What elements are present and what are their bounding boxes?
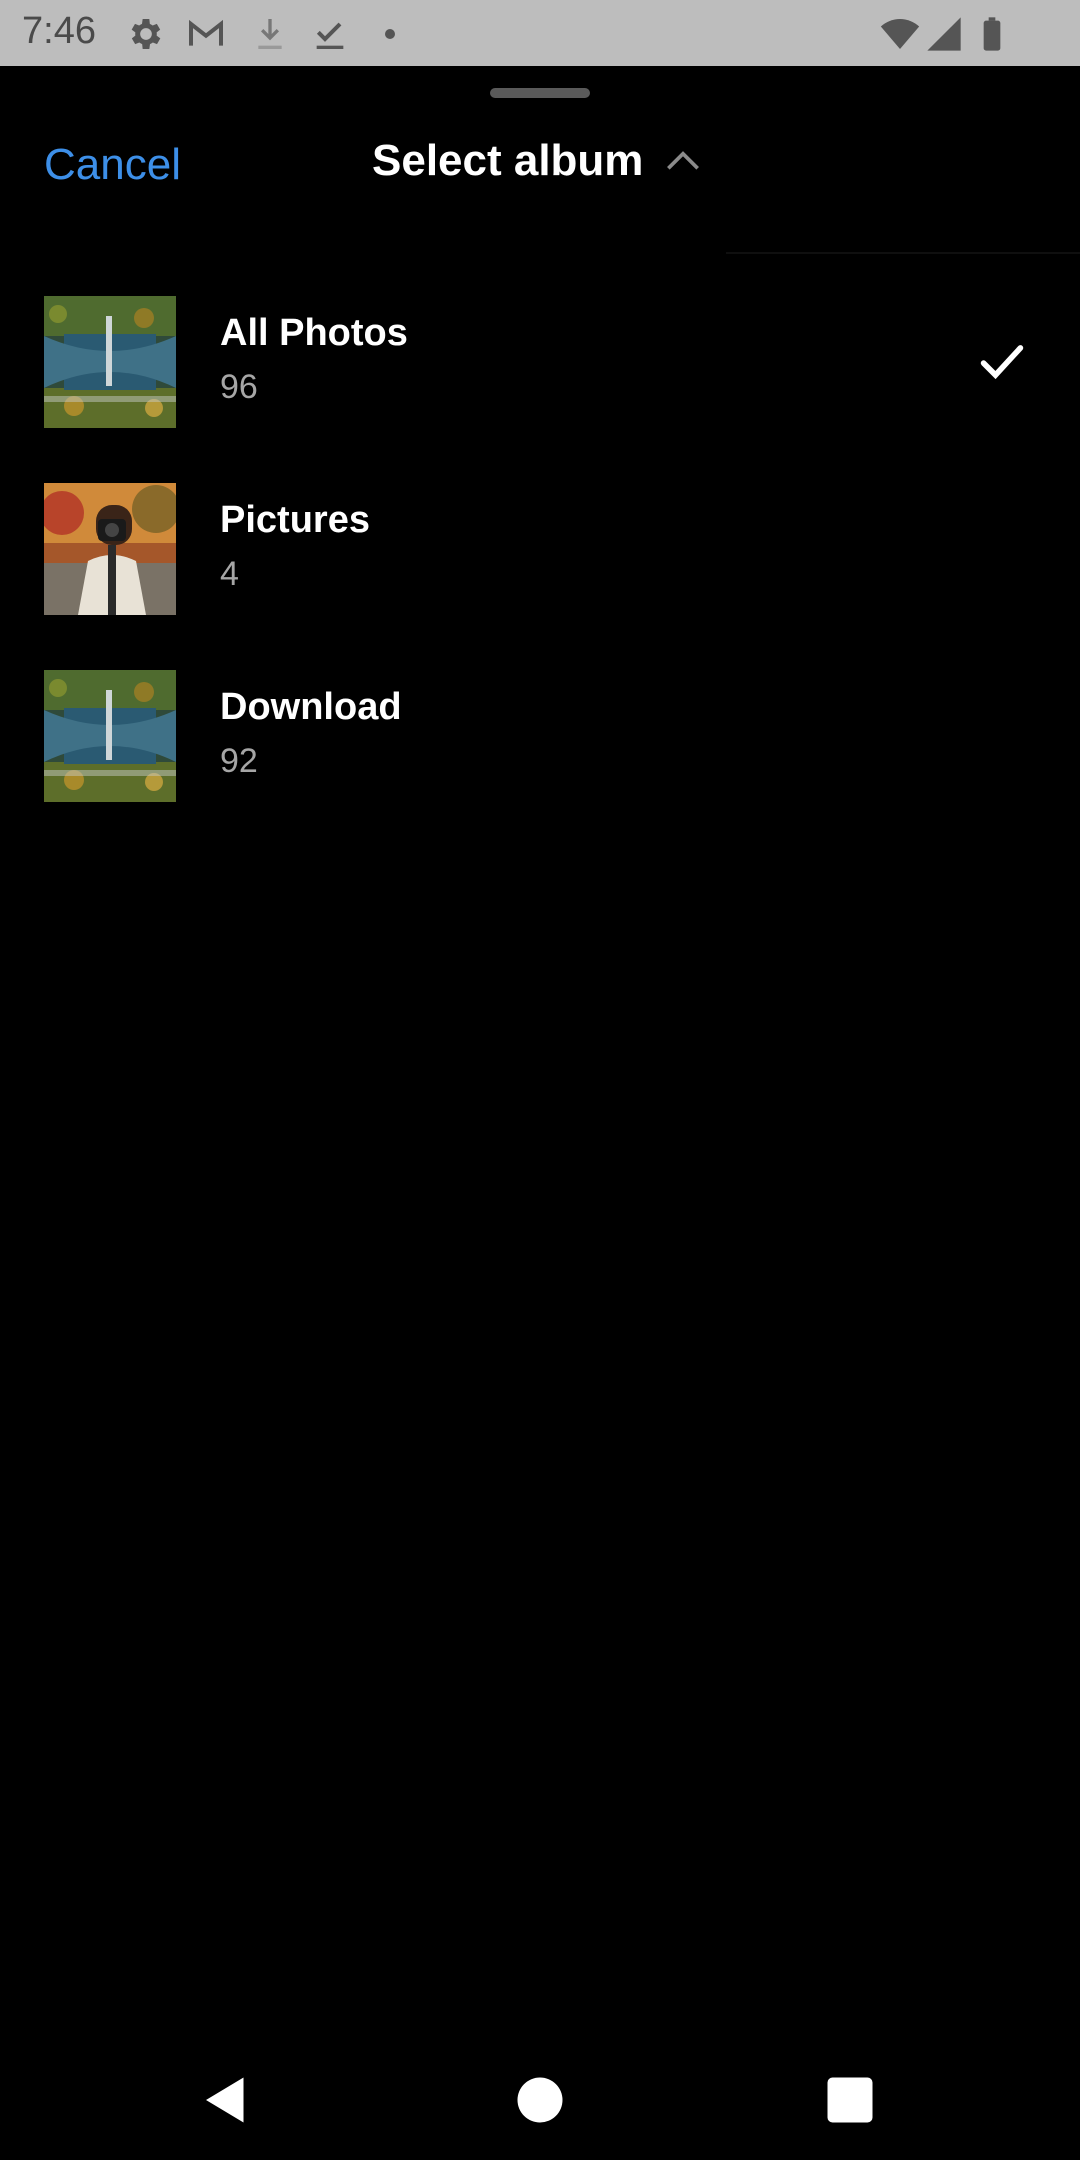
album-row-download[interactable]: Download 92 — [0, 670, 1080, 802]
album-row-pictures[interactable]: Pictures 4 — [0, 483, 1080, 615]
dot-icon — [370, 14, 410, 54]
album-name: All Photos — [220, 312, 408, 354]
chevron-up-icon — [661, 139, 705, 183]
album-list: All Photos 96 Pictures 4 Download 92 — [0, 296, 1080, 857]
back-icon — [206, 2077, 244, 2123]
wifi-icon — [880, 14, 920, 54]
gmail-icon — [186, 14, 226, 54]
home-icon — [517, 2077, 563, 2123]
album-thumbnail — [44, 483, 176, 615]
album-selector-toggle[interactable]: Select album — [372, 136, 705, 186]
sheet-drag-handle[interactable] — [490, 88, 590, 98]
album-count: 92 — [220, 742, 258, 780]
album-count: 4 — [220, 555, 239, 593]
album-thumbnail — [44, 670, 176, 802]
status-bar: 7:46 — [0, 0, 1080, 66]
album-count: 96 — [220, 368, 258, 406]
album-name: Pictures — [220, 499, 370, 541]
recents-icon — [827, 2077, 873, 2123]
album-name: Download — [220, 686, 402, 728]
navigation-bar — [0, 2040, 1080, 2160]
battery-icon — [972, 14, 1012, 54]
home-button[interactable] — [510, 2070, 570, 2130]
check-icon — [976, 336, 1028, 388]
gear-icon — [126, 14, 166, 54]
album-thumbnail — [44, 296, 176, 428]
check-download-icon — [310, 14, 350, 54]
signal-icon — [924, 14, 964, 54]
status-time: 7:46 — [22, 10, 96, 52]
cancel-button[interactable]: Cancel — [44, 140, 181, 190]
album-row-all-photos[interactable]: All Photos 96 — [0, 296, 1080, 428]
album-picker-screen: 7:46 Cancel Select album All Photos 96 P… — [0, 0, 1080, 2160]
download-icon — [250, 14, 290, 54]
header-divider — [726, 252, 1080, 254]
back-button[interactable] — [196, 2070, 256, 2130]
page-title: Select album — [372, 136, 644, 185]
recents-button[interactable] — [820, 2070, 880, 2130]
